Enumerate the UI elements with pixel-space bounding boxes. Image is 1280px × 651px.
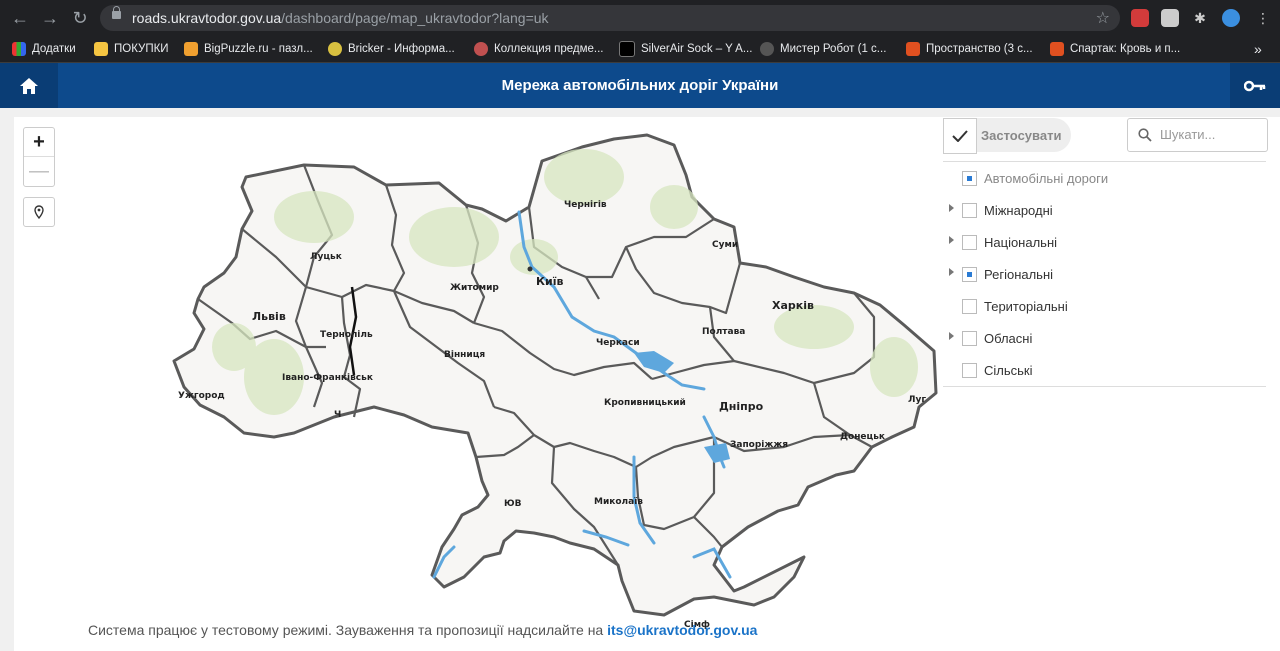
city-label-chernihiv: Чернігів (564, 199, 607, 210)
zoom-control: + — (23, 127, 55, 187)
extension-icon[interactable] (1131, 9, 1149, 27)
layer-item-international[interactable]: Міжнародні (943, 194, 1266, 226)
city-label-zaporizhzhia: Запоріжжя (730, 439, 788, 450)
site-favicon-icon (906, 42, 920, 56)
page-title: Мережа автомобільних доріг України (501, 77, 779, 94)
profile-icon[interactable] (1222, 9, 1240, 27)
bookmark-item[interactable]: Спартак: Кровь и п... (1050, 41, 1180, 57)
bookmark-item[interactable]: Пространство (3 с... (906, 41, 1033, 57)
bookmark-item[interactable]: BigPuzzle.ru - пазл... (184, 41, 313, 57)
key-icon (1244, 80, 1266, 91)
layer-checkbox[interactable] (962, 299, 977, 314)
lock-icon (112, 6, 121, 19)
site-favicon-icon (474, 42, 488, 56)
contact-email-link[interactable]: its@ukravtodor.gov.ua (607, 622, 757, 638)
reload-icon[interactable]: ↻ (68, 6, 92, 30)
zoom-out-button[interactable]: — (24, 157, 54, 185)
map-pin-icon (34, 205, 44, 219)
layer-item-roads[interactable]: Автомобільні дороги (943, 162, 1266, 194)
bookmark-item[interactable]: Коллекция предме... (474, 41, 604, 57)
city-label-cherkasy: Черкаси (596, 338, 640, 348)
layer-item-regional[interactable]: Регіональні (943, 258, 1266, 290)
bookmark-item[interactable]: SilverAir Sock – Y A... (619, 41, 752, 57)
bookmark-item[interactable]: ПОКУПКИ (94, 41, 169, 57)
layer-item-territorial[interactable]: Територіальні (943, 290, 1266, 322)
layer-tree: Автомобільні дороги Міжнародні Національ… (943, 161, 1266, 387)
expand-arrow-icon[interactable] (949, 268, 954, 276)
locate-button[interactable] (23, 197, 55, 227)
site-favicon-icon (1050, 42, 1064, 56)
test-mode-notice: Система працює у тестовому режимі. Заува… (88, 622, 758, 638)
puzzle-extensions-icon[interactable]: ✱ (1191, 9, 1209, 27)
site-favicon-icon (184, 42, 198, 56)
city-label-lutsk: Луцьк (310, 252, 342, 262)
layer-checkbox[interactable] (962, 203, 977, 218)
main-content: Луцьк Житомир Київ Чернігів Суми Львів Т… (14, 117, 1280, 651)
bookmark-item[interactable]: Мистер Робот (1 с... (760, 41, 886, 57)
map-canvas[interactable]: Луцьк Житомир Київ Чернігів Суми Львів Т… (14, 117, 940, 651)
search-icon (1138, 128, 1152, 142)
city-label-kyiv: Київ (536, 275, 563, 288)
layer-checkbox[interactable] (962, 363, 977, 378)
layers-panel: Застосувати Шукати... Автомобільні дорог… (943, 117, 1280, 651)
layer-checkbox[interactable] (962, 331, 977, 346)
bookmark-item[interactable]: Додатки (12, 41, 76, 57)
expand-arrow-icon[interactable] (949, 332, 954, 340)
layer-checkbox[interactable] (962, 235, 977, 250)
layer-item-oblast[interactable]: Обласні (943, 322, 1266, 354)
forward-arrow-icon[interactable]: → (38, 6, 62, 30)
layer-item-national[interactable]: Національні (943, 226, 1266, 258)
city-label-donetsk: Донецьк (840, 432, 885, 442)
folder-icon (94, 42, 108, 56)
city-label-dnipro: Дніпро (719, 400, 764, 413)
menu-kebab-icon[interactable]: ⋮ (1254, 9, 1272, 27)
city-label-ternopil: Тернопіль (320, 329, 373, 340)
city-label-poltava: Полтава (702, 327, 745, 337)
apply-button[interactable]: Застосувати (943, 118, 1071, 154)
expand-arrow-icon[interactable] (949, 236, 954, 244)
layer-checkbox[interactable] (962, 171, 977, 186)
site-favicon-icon (760, 42, 774, 56)
city-label-chernivtsi: Ч (334, 410, 341, 420)
city-label-luhansk: Луг (908, 395, 926, 405)
city-markers (527, 266, 533, 272)
zoom-in-button[interactable]: + (24, 128, 54, 157)
ukraine-map[interactable]: Луцьк Житомир Київ Чернігів Суми Львів Т… (14, 117, 940, 651)
browser-toolbar: ← → ↻ roads.ukravtodor.gov.ua/dashboard/… (0, 0, 1280, 36)
city-label-lviv: Львів (252, 310, 286, 323)
extension-icon[interactable] (1161, 9, 1179, 27)
city-label-odesa: ЮВ (504, 499, 522, 509)
apps-grid-icon (12, 42, 26, 56)
search-input[interactable]: Шукати... (1127, 118, 1268, 152)
url-text: roads.ukravtodor.gov.ua/dashboard/page/m… (132, 10, 549, 26)
layer-checkbox[interactable] (962, 267, 977, 282)
login-button[interactable] (1230, 63, 1280, 108)
address-bar[interactable]: roads.ukravtodor.gov.ua/dashboard/page/m… (100, 5, 1120, 31)
city-label-ivano-frankivsk: Івано-Франківськ (282, 372, 373, 383)
city-label-sumy: Суми (712, 240, 738, 250)
bookmark-star-icon[interactable]: ☆ (1096, 8, 1110, 28)
app-header: Мережа автомобільних доріг України (0, 63, 1280, 108)
city-label-uzhhorod: Ужгород (178, 391, 225, 401)
search-placeholder: Шукати... (1160, 127, 1216, 142)
expand-arrow-icon[interactable] (949, 204, 954, 212)
bookmarks-bar: Додатки ПОКУПКИ BigPuzzle.ru - пазл... B… (0, 36, 1280, 63)
back-arrow-icon[interactable]: ← (8, 6, 32, 30)
city-label-mykolaiv: Миколаїв (594, 497, 643, 507)
bookmarks-overflow-button[interactable]: » (1254, 41, 1262, 57)
site-favicon-icon (619, 41, 635, 57)
city-label-zhytomyr: Житомир (450, 283, 499, 293)
city-label-vinnytsia: Вінниця (444, 349, 485, 360)
site-favicon-icon (328, 42, 342, 56)
layer-item-rural[interactable]: Сільські (943, 354, 1266, 386)
bookmark-item[interactable]: Bricker - Информа... (328, 41, 455, 57)
checkmark-icon (943, 118, 977, 154)
city-label-kropyvnytskyi: Кропивницький (604, 398, 686, 408)
city-label-kharkiv: Харків (772, 299, 814, 312)
